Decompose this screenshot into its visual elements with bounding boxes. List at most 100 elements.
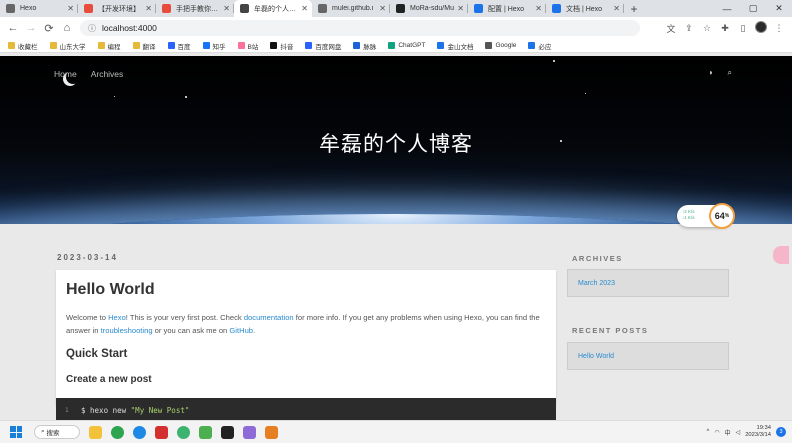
search-icon[interactable]: ⌕ [728,68,732,78]
site-info-icon[interactable]: ⓘ [88,23,96,34]
profile-avatar[interactable] [752,21,770,35]
reload-button[interactable]: ⟳ [40,22,58,35]
window-controls: — ▢ ✕ [714,0,792,17]
tab-close-icon[interactable]: ✕ [535,4,542,13]
post-intro: Welcome to Hexo! This is your very first… [66,313,540,335]
translate-icon[interactable]: 文 [662,22,680,35]
app-icon[interactable] [265,425,278,439]
bookmark-item[interactable]: 翻译 [132,41,156,51]
clock[interactable]: 19:34 2023/3/14 [745,425,771,439]
menu-kebab-icon[interactable]: ⋮ [770,23,788,34]
tab-close-icon[interactable]: ✕ [145,4,152,13]
minimize-button[interactable]: — [714,4,740,14]
documentation-link[interactable]: documentation [244,313,294,322]
bookmark-label: 编程 [107,43,121,51]
bookmark-item[interactable]: 金山文档 [437,41,473,51]
tab-favicon-icon [6,4,15,13]
tab-close-icon[interactable]: ✕ [67,4,74,13]
tab-close-icon[interactable]: ✕ [457,4,464,13]
rss-icon[interactable]: ◗ [709,68,714,78]
archive-month-link[interactable]: March 2023 [578,280,615,287]
tab-close-icon[interactable]: ✕ [379,4,386,13]
bookmark-item[interactable]: 百度 [167,41,191,51]
recent-posts-widget-title: RECENT POSTS [572,326,649,335]
bookmark-item[interactable]: 脉脉 [353,41,376,51]
browser-tab[interactable]: MoRa-sdu/Mu ✕ [390,0,468,17]
notification-badge[interactable]: 3 [776,427,786,437]
forward-button[interactable]: → [22,22,40,34]
app-icon[interactable] [199,425,212,439]
tab-close-icon[interactable]: ✕ [613,4,620,13]
wifi-icon[interactable]: ◠ [714,429,719,436]
header-icons: ◗ ⌕ [709,68,732,78]
bookmark-star-icon[interactable]: ☆ [698,23,716,34]
bookmark-item[interactable]: B站 [237,41,259,51]
sidepanel-icon[interactable]: ▯ [734,23,752,34]
hexo-link[interactable]: Hexo [108,313,126,322]
bookmark-item[interactable]: 百度网盘 [305,41,341,51]
bookmark-favicon-icon [270,42,278,49]
wechat-icon[interactable] [177,425,190,439]
network-speed-widget[interactable]: ↑2 K/s ↓1 K/s 64% [677,203,735,229]
edge-icon[interactable] [133,425,146,439]
github-link[interactable]: GitHub [229,326,253,335]
input-language[interactable]: 中 [725,428,731,437]
bookmark-favicon-icon [388,42,396,49]
terminal-icon[interactable] [221,425,234,439]
back-button[interactable]: ← [4,22,22,34]
nav-archives-link[interactable]: Archives [91,69,124,79]
bookmark-favicon-icon [528,42,536,49]
bookmark-item[interactable]: 必应 [528,41,551,51]
bookmark-label: 金山文档 [447,43,474,51]
bookmark-item[interactable]: 山东大学 [49,41,86,51]
tab-close-icon[interactable]: ✕ [223,4,230,13]
browser-tab[interactable]: 文档 | Hexo ✕ [546,0,624,17]
file-explorer-icon[interactable] [89,425,102,439]
bookmark-label: B站 [247,43,259,51]
bookmark-item[interactable]: Google [485,42,516,49]
app-icon[interactable] [243,425,256,439]
bookmark-favicon-icon [167,42,175,49]
wps-icon[interactable] [155,425,168,439]
extensions-icon[interactable]: ✚ [716,23,734,34]
bookmark-label: 收藏栏 [18,43,38,51]
chrome-icon[interactable] [111,425,124,439]
troubleshooting-link[interactable]: troubleshooting [101,326,153,335]
bookmark-label: 翻译 [142,43,156,51]
tab-favicon-icon [162,4,171,13]
maximize-button[interactable]: ▢ [740,3,766,14]
taskbar-search-label: 搜索 [46,430,60,437]
bookmark-item[interactable]: 收藏栏 [8,41,38,51]
browser-tab[interactable]: Hexo ✕ [0,0,78,17]
close-window-button[interactable]: ✕ [766,3,792,14]
floating-side-button[interactable] [773,246,789,264]
tray-expand-icon[interactable]: ^ [706,429,709,435]
star [553,60,555,62]
new-tab-button[interactable]: + [624,2,644,16]
site-nav: Home Archives [54,69,123,79]
bookmark-favicon-icon [202,42,210,49]
browser-tab[interactable]: 配置 | Hexo ✕ [468,0,546,17]
address-bar[interactable]: ⓘ localhost:4000 [80,20,640,36]
browser-tab[interactable]: 手把手教你使用 ✕ [156,0,234,17]
home-button[interactable]: ⌂ [58,22,76,34]
post-date: 2023-03-14 [57,253,118,262]
bookmark-favicon-icon [49,42,57,49]
bookmark-item[interactable]: 知乎 [202,41,226,51]
recent-post-link[interactable]: Hello World [578,353,614,360]
browser-tab[interactable]: 【开发环境】 ✕ [78,0,156,17]
browser-tab[interactable]: mulei.github.i ✕ [312,0,390,17]
bookmark-item[interactable]: 抖音 [270,41,293,51]
bookmark-label: Google [495,42,517,49]
windows-start-icon[interactable] [10,426,22,438]
tab-title: MoRa-sdu/Mu [410,5,454,12]
bookmark-item[interactable]: ChatGPT [388,42,425,49]
volume-icon[interactable]: ◁ [736,429,741,436]
tab-close-icon[interactable]: ✕ [301,4,308,13]
share-icon[interactable]: ⇪ [680,23,698,34]
nav-home-link[interactable]: Home [54,69,77,79]
bookmark-item[interactable]: 编程 [97,41,121,51]
taskbar-search[interactable]: ⌕ 搜索 [34,425,80,439]
post-title[interactable]: Hello World [66,281,155,299]
browser-tab[interactable]: 牟磊的个人博客 ✕ [234,0,312,17]
